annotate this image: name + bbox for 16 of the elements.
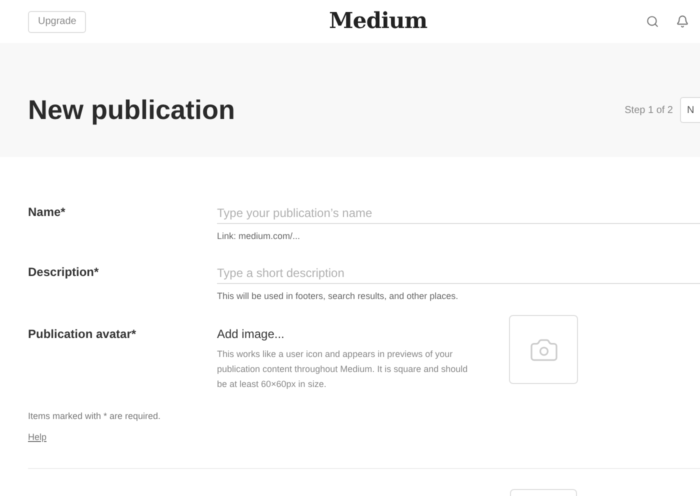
next-button[interactable]: N: [680, 97, 700, 123]
help-link[interactable]: Help: [28, 432, 47, 442]
field-label: Description*: [28, 264, 100, 281]
add-image-link[interactable]: Add image...: [217, 325, 487, 343]
field-label: Name*: [28, 204, 66, 221]
required-note: Items marked with * are required.: [28, 410, 162, 423]
field-label: Publication avatar*: [28, 326, 138, 343]
medium-logo[interactable]: Medium: [329, 5, 428, 38]
text-field[interactable]: Type a short description: [217, 264, 700, 284]
page-title: New publication: [28, 94, 236, 127]
step-indicator: Step 1 of 2: [624, 104, 673, 118]
text-field[interactable]: Type your publication’s name: [217, 204, 700, 224]
avatar-description: This works like a user icon and appears in previews of your publication content throughout Medium. It is square and should be at least 60×60px in size.: [217, 348, 469, 391]
field-hint: Link: medium.com/...: [217, 230, 302, 243]
upgrade-button[interactable]: Upgrade: [28, 10, 86, 32]
field-hint: This will be used in footers, search results, and other places.: [217, 290, 460, 303]
